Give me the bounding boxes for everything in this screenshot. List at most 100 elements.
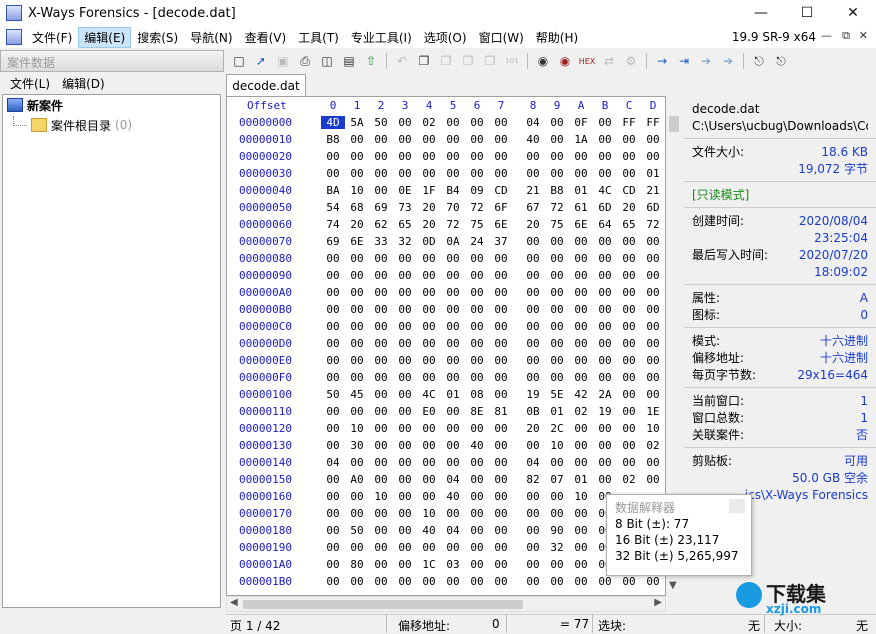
hex-byte[interactable]: 50 bbox=[345, 524, 369, 537]
hex-byte[interactable]: 5E bbox=[545, 388, 569, 401]
hex-byte[interactable]: 00 bbox=[345, 303, 369, 316]
hex-byte[interactable]: 00 bbox=[545, 354, 569, 367]
hex-byte[interactable]: 00 bbox=[417, 303, 441, 316]
hex-byte[interactable]: 00 bbox=[489, 388, 513, 401]
hex-byte[interactable]: 00 bbox=[441, 575, 465, 588]
hex-byte[interactable]: 01 bbox=[569, 473, 593, 486]
hex-byte[interactable]: 2A bbox=[593, 388, 617, 401]
hex-byte[interactable]: 00 bbox=[465, 167, 489, 180]
minimize-button[interactable]: — bbox=[738, 0, 784, 26]
hex-byte[interactable]: 00 bbox=[417, 133, 441, 146]
hex-byte[interactable]: 21 bbox=[641, 184, 665, 197]
hex-byte[interactable]: 00 bbox=[489, 473, 513, 486]
hex-byte[interactable]: 00 bbox=[417, 422, 441, 435]
hex-byte[interactable]: 00 bbox=[345, 337, 369, 350]
hex-byte[interactable]: 00 bbox=[521, 575, 545, 588]
hex-byte[interactable]: CD bbox=[489, 184, 513, 197]
menu-specialist[interactable]: 专业工具(I) bbox=[345, 27, 418, 48]
hex-byte[interactable]: 00 bbox=[369, 320, 393, 333]
hex-byte[interactable]: 00 bbox=[569, 354, 593, 367]
hex-byte[interactable]: 00 bbox=[489, 558, 513, 571]
hex-byte[interactable]: 10 bbox=[345, 422, 369, 435]
hex-byte[interactable]: 00 bbox=[417, 490, 441, 503]
hex-row[interactable]: 00000170 00 00 00 00 10 00 00 00 00 00 00 00 bbox=[227, 505, 665, 522]
hex-byte[interactable]: 00 bbox=[345, 133, 369, 146]
hex-byte[interactable]: 00 bbox=[465, 269, 489, 282]
hex-byte[interactable]: 00 bbox=[369, 456, 393, 469]
hex-byte[interactable]: 00 bbox=[641, 575, 665, 588]
hex-byte[interactable]: 00 bbox=[321, 337, 345, 350]
hex-row[interactable]: 00000150 00 A0 00 00 00 04 00 00 82 07 01 00 02 00 bbox=[227, 471, 665, 488]
hex-byte[interactable]: 00 bbox=[441, 303, 465, 316]
hex-byte[interactable]: 72 bbox=[545, 201, 569, 214]
hex-byte[interactable]: 0A bbox=[441, 235, 465, 248]
hex-byte[interactable]: 00 bbox=[617, 371, 641, 384]
menu-file[interactable]: 文件(F) bbox=[26, 27, 78, 48]
hex-byte[interactable]: 00 bbox=[465, 422, 489, 435]
hex-byte[interactable]: 00 bbox=[593, 422, 617, 435]
hex-byte[interactable]: 08 bbox=[465, 388, 489, 401]
hex-byte[interactable]: 00 bbox=[441, 456, 465, 469]
doc-close-icon[interactable]: ✕ bbox=[859, 29, 868, 42]
hex-byte[interactable]: 00 bbox=[441, 371, 465, 384]
drive-options-icon[interactable]: ⎋ bbox=[770, 52, 792, 70]
hex-byte[interactable]: 20 bbox=[345, 218, 369, 231]
hex-byte[interactable]: 30 bbox=[345, 439, 369, 452]
hex-byte[interactable]: 00 bbox=[345, 286, 369, 299]
hex-byte[interactable]: 00 bbox=[489, 337, 513, 350]
hex-byte[interactable]: BA bbox=[321, 184, 345, 197]
hex-byte[interactable]: 20 bbox=[521, 422, 545, 435]
hex-byte[interactable]: 00 bbox=[545, 575, 569, 588]
cut-icon[interactable]: ❐ bbox=[435, 52, 457, 70]
tree-item-new-case[interactable]: 新案件 bbox=[3, 95, 220, 115]
hex-row[interactable]: 00000020 00 00 00 00 00 00 00 00 00 00 00 00 00 00 bbox=[227, 148, 665, 165]
hex-byte[interactable]: 00 bbox=[441, 541, 465, 554]
hex-byte[interactable]: 00 bbox=[417, 439, 441, 452]
hex-row[interactable]: 00000080 00 00 00 00 00 00 00 00 00 00 00 00 00 00 bbox=[227, 250, 665, 267]
hex-byte[interactable]: 00 bbox=[393, 405, 417, 418]
hex-byte[interactable]: 00 bbox=[593, 575, 617, 588]
find-icon[interactable]: ◉ bbox=[532, 52, 554, 70]
hex-byte[interactable]: 61 bbox=[569, 201, 593, 214]
hex-byte[interactable]: 00 bbox=[393, 337, 417, 350]
hex-row[interactable]: 000000E0 00 00 00 00 00 00 00 00 00 00 00 00 00 00 bbox=[227, 352, 665, 369]
hex-byte[interactable]: 07 bbox=[545, 473, 569, 486]
hex-byte[interactable]: 00 bbox=[321, 252, 345, 265]
case-menu-file[interactable]: 文件(L) bbox=[4, 75, 56, 92]
hex-byte[interactable]: 69 bbox=[321, 235, 345, 248]
hex-byte[interactable]: 00 bbox=[465, 303, 489, 316]
hex-byte[interactable]: 00 bbox=[417, 354, 441, 367]
hex-byte[interactable]: 00 bbox=[369, 167, 393, 180]
hex-byte[interactable]: 00 bbox=[489, 269, 513, 282]
undo-icon[interactable]: ↶ bbox=[391, 52, 413, 70]
hex-byte[interactable]: 00 bbox=[617, 167, 641, 180]
hex-byte[interactable]: 00 bbox=[465, 320, 489, 333]
hex-byte[interactable]: 72 bbox=[641, 218, 665, 231]
hex-byte[interactable]: 00 bbox=[345, 371, 369, 384]
hex-byte[interactable]: 00 bbox=[369, 133, 393, 146]
hex-byte[interactable]: 00 bbox=[569, 524, 593, 537]
hex-byte[interactable]: 00 bbox=[593, 439, 617, 452]
hex-byte[interactable]: 00 bbox=[321, 490, 345, 503]
hex-byte[interactable]: 00 bbox=[369, 184, 393, 197]
binary-icon[interactable]: 101 bbox=[501, 52, 523, 70]
hex-byte[interactable]: 00 bbox=[489, 167, 513, 180]
hex-byte[interactable]: 00 bbox=[569, 167, 593, 180]
hex-byte[interactable]: 00 bbox=[369, 337, 393, 350]
hex-byte[interactable]: 00 bbox=[321, 354, 345, 367]
hex-byte[interactable]: 69 bbox=[369, 201, 393, 214]
hex-byte[interactable]: 00 bbox=[441, 167, 465, 180]
hex-byte[interactable]: 00 bbox=[569, 320, 593, 333]
menu-tools[interactable]: 工具(T) bbox=[292, 27, 345, 48]
hex-row[interactable]: 00000190 00 00 00 00 00 00 00 00 00 32 00 00 bbox=[227, 539, 665, 556]
goto-sector-icon[interactable]: ⇥ bbox=[673, 52, 695, 70]
hex-byte[interactable]: 24 bbox=[465, 235, 489, 248]
hex-byte[interactable]: 04 bbox=[321, 456, 345, 469]
hex-row[interactable]: 000000D0 00 00 00 00 00 00 00 00 00 00 00 00 00 00 bbox=[227, 335, 665, 352]
hex-byte[interactable]: 00 bbox=[489, 422, 513, 435]
hex-byte[interactable]: 00 bbox=[393, 167, 417, 180]
hex-byte[interactable]: 00 bbox=[641, 320, 665, 333]
hex-byte[interactable]: 37 bbox=[489, 235, 513, 248]
hex-byte[interactable]: 00 bbox=[321, 473, 345, 486]
hex-byte[interactable]: 00 bbox=[545, 116, 569, 129]
